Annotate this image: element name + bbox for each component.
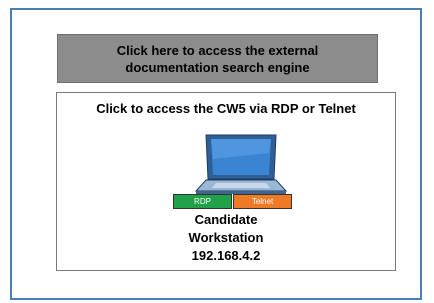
laptop-icon[interactable] bbox=[192, 133, 288, 195]
rdp-button[interactable]: RDP bbox=[173, 194, 232, 209]
documentation-search-button[interactable]: Click here to access the external docume… bbox=[57, 34, 378, 83]
workstation-ip-address: 192.168.4.2 bbox=[191, 248, 261, 263]
documentation-search-label: Click here to access the external docume… bbox=[117, 42, 319, 76]
workstation-label: Candidate Workstation 192.168.4.2 bbox=[57, 211, 395, 265]
documentation-search-label-line1: Click here to access the external bbox=[116, 42, 319, 58]
workstation-label-line2: Workstation bbox=[188, 230, 264, 245]
main-frame: Click here to access the external docume… bbox=[10, 8, 422, 300]
cw5-access-panel[interactable]: Click to access the CW5 via RDP or Telne… bbox=[56, 92, 396, 271]
cw5-access-title: Click to access the CW5 via RDP or Telne… bbox=[96, 101, 356, 116]
workstation-label-line1: Candidate bbox=[194, 212, 258, 227]
documentation-search-label-line2: documentation search engine bbox=[125, 59, 310, 75]
telnet-button[interactable]: Telnet bbox=[233, 194, 292, 209]
